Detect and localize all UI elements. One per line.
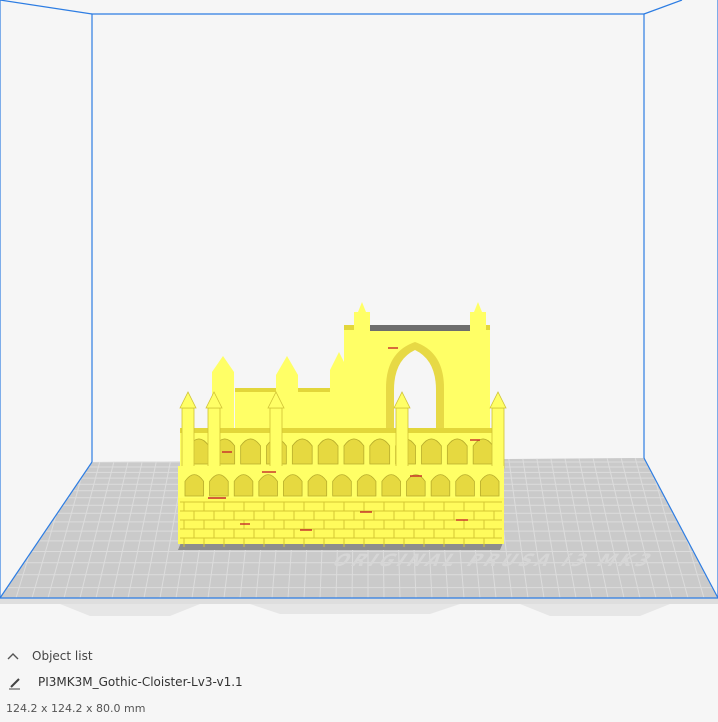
object-dimensions: 124.2 x 124.2 x 80.0 mm bbox=[6, 702, 146, 715]
bed-front-edge bbox=[0, 598, 718, 604]
chevron-up-icon bbox=[6, 649, 20, 663]
gothic-cloister-model[interactable] bbox=[178, 302, 507, 547]
object-list-item[interactable]: PI3MK3M_Gothic-Cloister-Lv3-v1.1 bbox=[8, 670, 243, 694]
3d-scene[interactable]: ORIGINAL PRUSA i3 MK3 bbox=[0, 0, 718, 640]
3d-viewport[interactable]: ORIGINAL PRUSA i3 MK3 bbox=[0, 0, 718, 640]
object-list-label: Object list bbox=[32, 649, 93, 663]
object-list-toggle[interactable]: Object list bbox=[6, 644, 93, 668]
pencil-icon[interactable] bbox=[8, 675, 22, 690]
object-list-panel: Object list PI3MK3M_Gothic-Cloister-Lv3-… bbox=[0, 640, 718, 722]
object-name: PI3MK3M_Gothic-Cloister-Lv3-v1.1 bbox=[38, 675, 243, 689]
bed-watermark: ORIGINAL PRUSA i3 MK3 bbox=[328, 551, 660, 571]
bed-supports bbox=[60, 604, 670, 616]
